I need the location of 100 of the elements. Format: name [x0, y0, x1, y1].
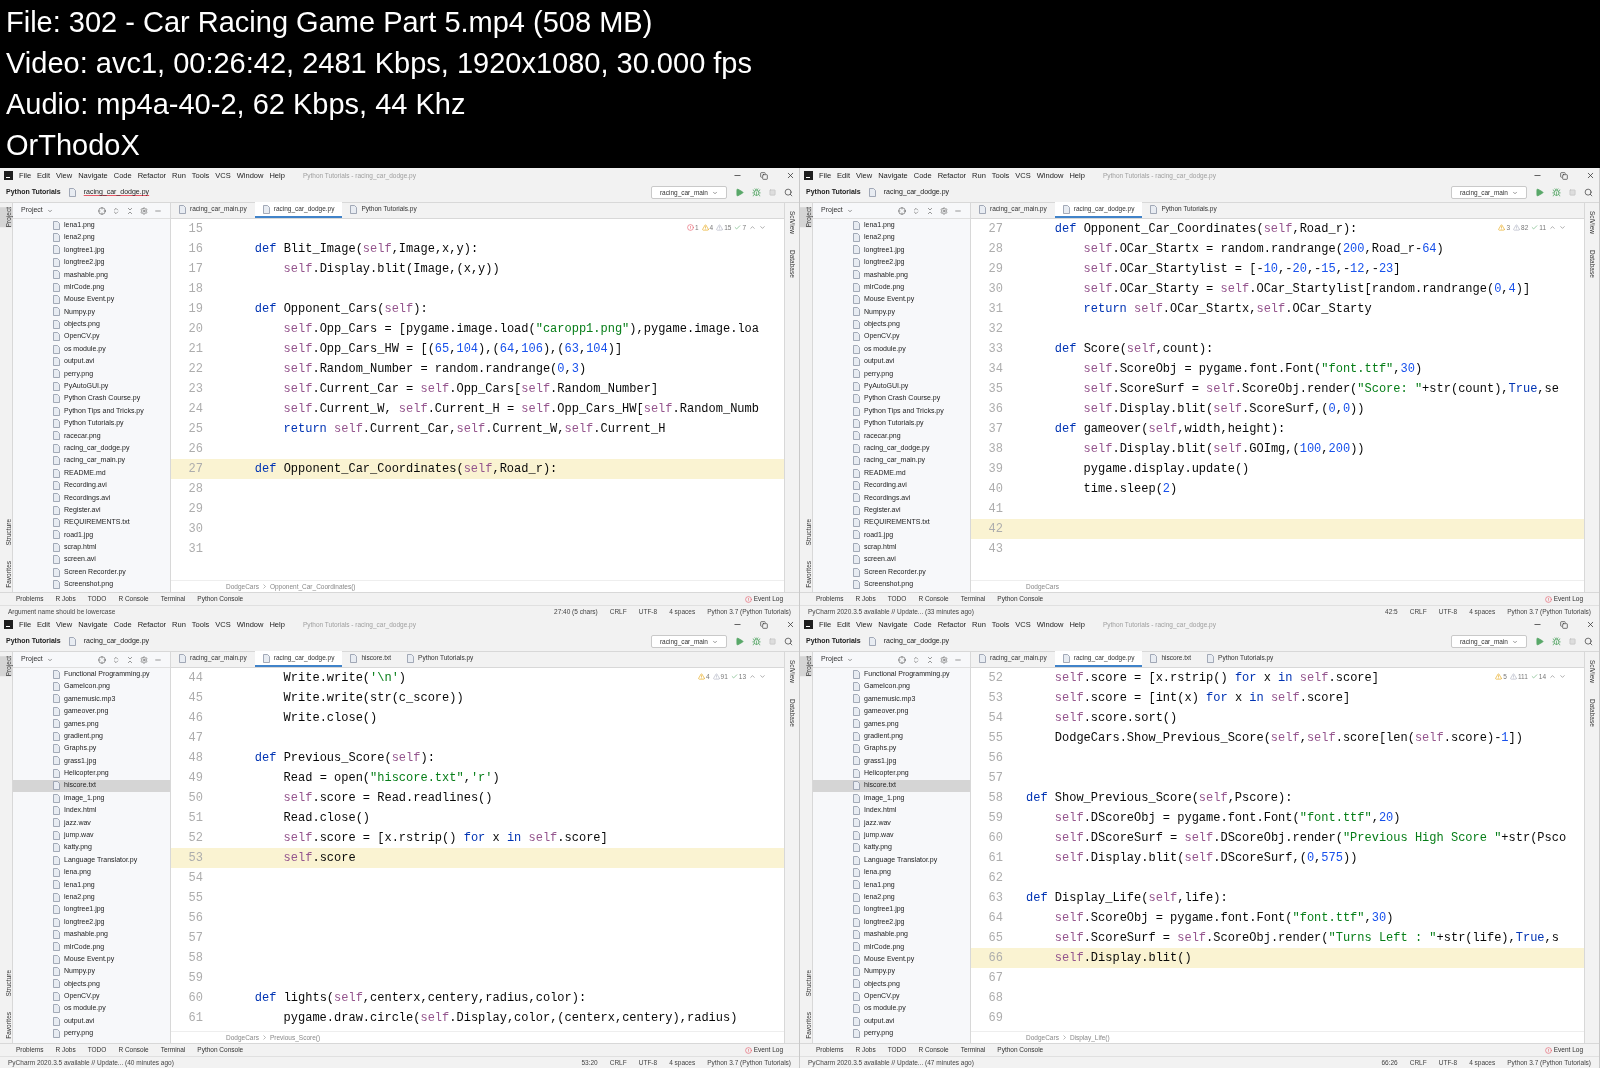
line-number: 21	[187, 341, 203, 358]
expand-icon[interactable]	[112, 655, 120, 664]
stop-icon[interactable]	[769, 189, 776, 196]
line-number: 20	[187, 321, 203, 338]
line-number: 44	[187, 670, 203, 687]
next-icon[interactable]	[759, 224, 766, 232]
code-line: def Blit_Image(self,Image,x,y):	[253, 241, 479, 258]
video-info-line: Video: avc1, 00:26:42, 2481 Kbps, 1920x1080, 30.000 fps	[6, 46, 753, 81]
line-number: 57	[987, 770, 1003, 787]
run-icon[interactable]	[735, 637, 744, 646]
run-icon[interactable]	[1535, 637, 1544, 646]
line-number: 18	[187, 281, 203, 298]
line-number: 61	[987, 850, 1003, 867]
code-line: Write.write(str(c_score))	[282, 690, 464, 707]
error-icon	[686, 224, 694, 232]
locate-icon[interactable]	[898, 655, 906, 664]
code-line: def gameover(self,width,height):	[1053, 421, 1286, 438]
expand-icon[interactable]	[112, 206, 120, 215]
locate-icon[interactable]	[98, 206, 106, 215]
warning-icon	[1495, 673, 1503, 681]
code-line: Write.write('\n')	[282, 670, 407, 687]
line-number: 56	[187, 910, 203, 927]
line-number: 28	[187, 481, 203, 498]
run-icon[interactable]	[735, 188, 744, 197]
collapse-icon[interactable]	[126, 655, 134, 664]
line-number: 38	[987, 441, 1003, 458]
line-number: 23	[187, 381, 203, 398]
settings-icon[interactable]	[140, 655, 148, 664]
chevron-icon	[1062, 1035, 1066, 1040]
app-icon	[804, 171, 813, 180]
debug-icon[interactable]	[752, 637, 761, 646]
code-line: time.sleep(2)	[1082, 481, 1178, 498]
expand-icon[interactable]	[912, 655, 920, 664]
line-number: 25	[187, 421, 203, 438]
stop-icon[interactable]	[1569, 189, 1576, 196]
close-icon[interactable]	[786, 620, 795, 629]
line-number: 19	[187, 301, 203, 318]
line-number: 52	[987, 670, 1003, 687]
next-icon[interactable]	[759, 673, 766, 681]
code-line: DodgeCars.Show_Previous_Score(self,self.score[len(self.score)-1])	[1053, 730, 1523, 747]
file-icon	[868, 637, 876, 646]
close-icon[interactable]	[786, 171, 795, 180]
line-number: 27	[187, 461, 203, 478]
line-number: 54	[187, 870, 203, 887]
search-icon[interactable]	[1584, 188, 1593, 197]
close-icon[interactable]	[1586, 620, 1595, 629]
caret-icon	[46, 207, 53, 214]
previous-icon[interactable]	[749, 224, 756, 232]
previous-icon[interactable]	[1549, 224, 1556, 232]
restore-icon[interactable]	[1560, 171, 1568, 180]
debug-icon[interactable]	[1552, 637, 1561, 646]
locate-icon[interactable]	[98, 655, 106, 664]
line-number: 59	[987, 810, 1003, 827]
next-icon[interactable]	[1559, 673, 1566, 681]
error-icon	[744, 1046, 752, 1054]
code-line: self.Display.blit()	[1053, 950, 1192, 967]
code-line: def Display_Life(self,life):	[1026, 890, 1228, 907]
previous-icon[interactable]	[749, 673, 756, 681]
line-number: 43	[987, 541, 1003, 558]
stop-icon[interactable]	[1569, 638, 1576, 645]
collapse-icon[interactable]	[126, 206, 134, 215]
search-icon[interactable]	[784, 188, 793, 197]
warning-icon	[712, 673, 720, 681]
collapse-icon[interactable]	[926, 655, 934, 664]
debug-icon[interactable]	[1552, 188, 1561, 197]
restore-icon[interactable]	[1560, 620, 1568, 629]
previous-icon[interactable]	[1549, 673, 1556, 681]
stop-icon[interactable]	[769, 638, 776, 645]
code-line: Read = open("hiscore.txt",'r')	[282, 770, 500, 787]
line-number: 42	[987, 521, 1003, 538]
line-number: 63	[987, 890, 1003, 907]
code-line: self.Current_W, self.Current_H = self.Opp_Cars_HW[self.Random_Numb	[282, 401, 759, 418]
next-icon[interactable]	[1559, 224, 1566, 232]
search-icon[interactable]	[784, 637, 793, 646]
line-number: 39	[987, 461, 1003, 478]
settings-icon[interactable]	[940, 206, 948, 215]
settings-icon[interactable]	[140, 206, 148, 215]
settings-icon[interactable]	[940, 655, 948, 664]
code-line: self.ScoreObj = pygame.font.Font("font.ttf",30)	[1053, 910, 1394, 927]
code-line: def Score(self,count):	[1053, 341, 1214, 358]
search-icon[interactable]	[1584, 637, 1593, 646]
chevron-icon	[262, 584, 266, 589]
file-icon	[68, 637, 76, 646]
line-number: 22	[187, 361, 203, 378]
collapse-icon[interactable]	[926, 206, 934, 215]
line-number: 53	[987, 690, 1003, 707]
warning-icon	[697, 673, 705, 681]
code-line: def Previous_Score(self):	[253, 750, 435, 767]
restore-icon[interactable]	[760, 620, 768, 629]
video-info-line: Audio: mp4a-40-2, 62 Kbps, 44 Khz	[6, 87, 467, 122]
warning-icon	[1513, 224, 1520, 232]
close-icon[interactable]	[1586, 171, 1595, 180]
debug-icon[interactable]	[752, 188, 761, 197]
expand-icon[interactable]	[912, 206, 920, 215]
warning-icon	[716, 224, 724, 232]
run-icon[interactable]	[1535, 188, 1544, 197]
restore-icon[interactable]	[760, 171, 768, 180]
line-number: 34	[987, 361, 1003, 378]
video-info-line: File: 302 - Car Racing Game Part 5.mp4 (508 MB)	[6, 5, 654, 40]
locate-icon[interactable]	[898, 206, 906, 215]
